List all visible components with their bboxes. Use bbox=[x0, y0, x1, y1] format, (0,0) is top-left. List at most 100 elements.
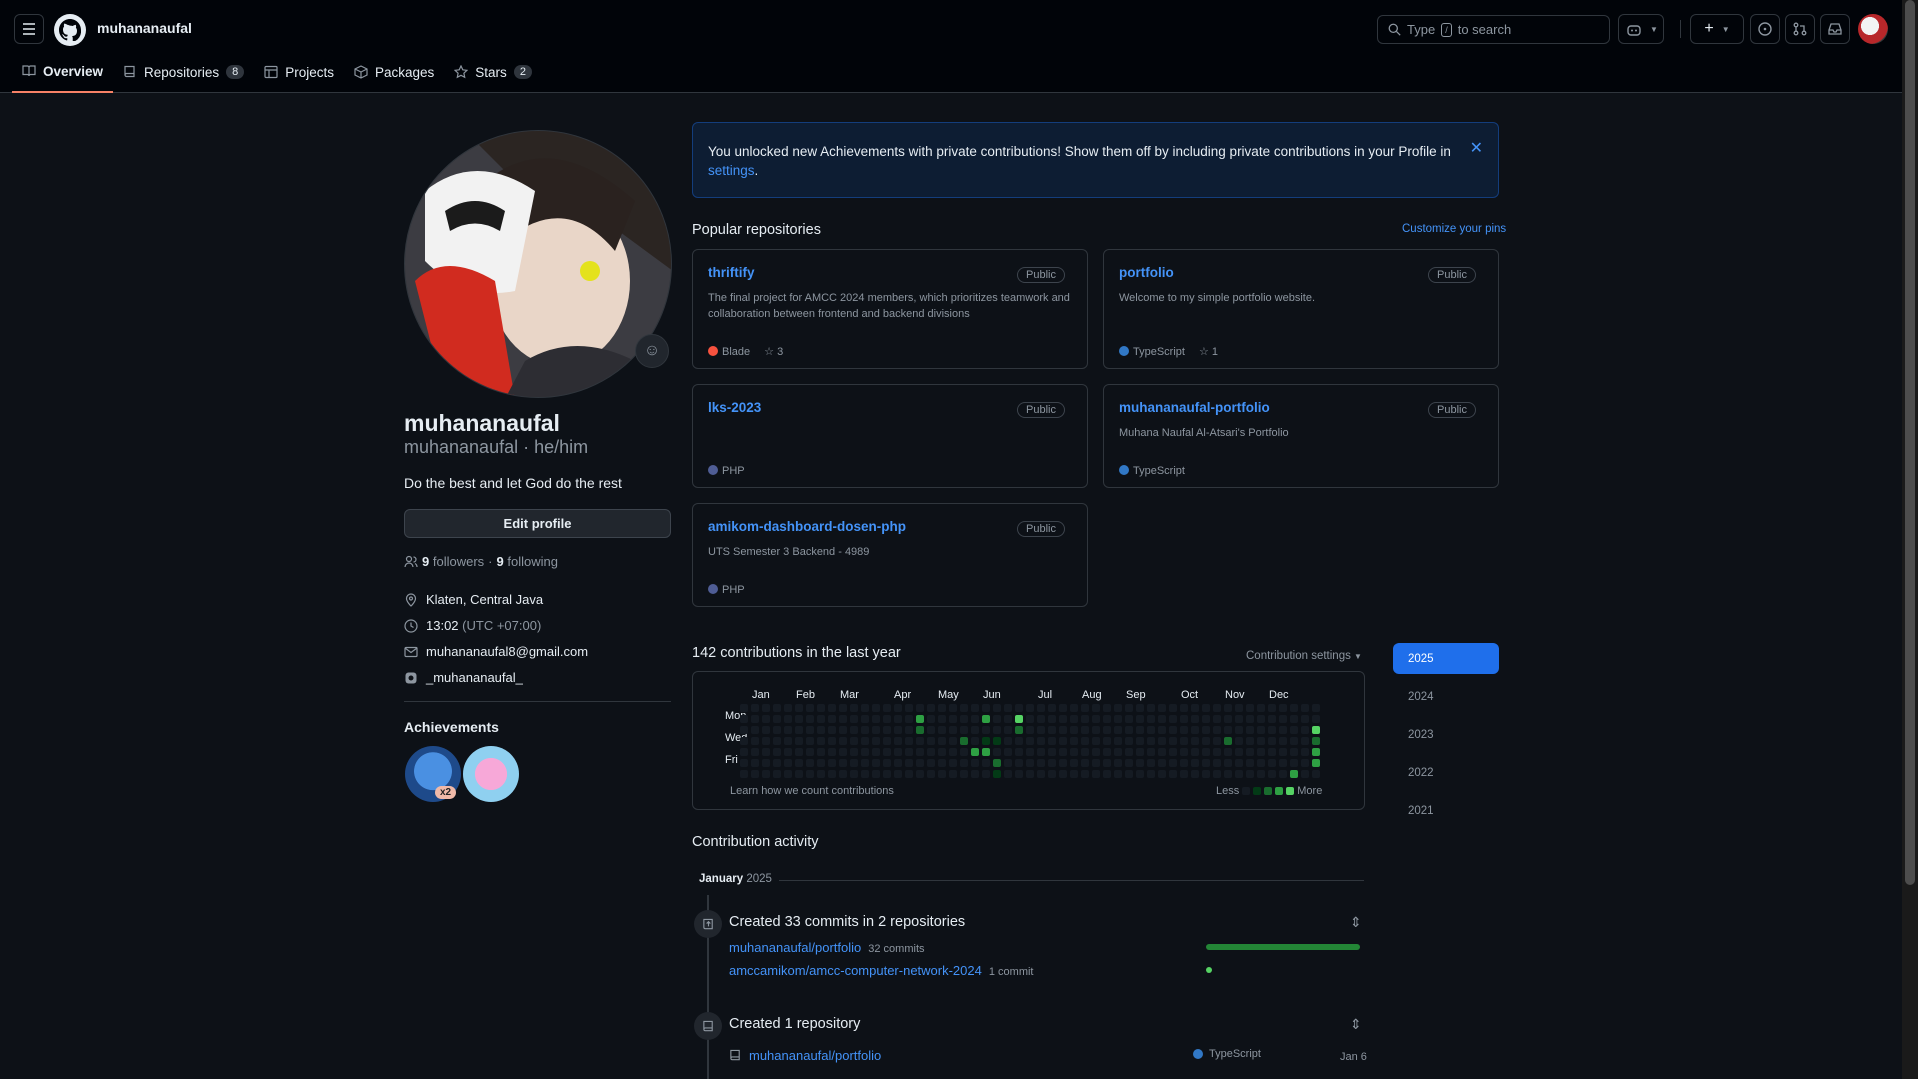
achievement-badge-yolo[interactable] bbox=[463, 746, 519, 802]
contribution-day-cell[interactable] bbox=[1224, 748, 1232, 756]
contribution-day-cell[interactable] bbox=[905, 748, 913, 756]
contribution-day-cell[interactable] bbox=[883, 737, 891, 745]
contribution-day-cell[interactable] bbox=[1015, 770, 1023, 778]
customize-pins-link[interactable]: Customize your pins bbox=[1402, 223, 1506, 235]
contribution-day-cell[interactable] bbox=[817, 726, 825, 734]
contribution-day-cell[interactable] bbox=[872, 726, 880, 734]
contribution-day-cell[interactable] bbox=[762, 704, 770, 712]
contribution-day-cell[interactable] bbox=[1070, 759, 1078, 767]
contribution-day-cell[interactable] bbox=[1224, 759, 1232, 767]
contribution-day-cell[interactable] bbox=[828, 704, 836, 712]
contribution-day-cell[interactable] bbox=[1169, 770, 1177, 778]
contribution-day-cell[interactable] bbox=[949, 737, 957, 745]
contribution-day-cell[interactable] bbox=[1125, 748, 1133, 756]
contribution-day-cell[interactable] bbox=[1037, 770, 1045, 778]
contribution-day-cell[interactable] bbox=[751, 704, 759, 712]
contribution-day-cell[interactable] bbox=[993, 704, 1001, 712]
contribution-day-cell[interactable] bbox=[1213, 715, 1221, 723]
contribution-day-cell[interactable] bbox=[784, 737, 792, 745]
contribution-day-cell[interactable] bbox=[1312, 759, 1320, 767]
pull-requests-button[interactable] bbox=[1785, 14, 1815, 44]
contribution-day-cell[interactable] bbox=[916, 748, 924, 756]
contribution-day-cell[interactable] bbox=[795, 737, 803, 745]
contribution-day-cell[interactable] bbox=[1158, 759, 1166, 767]
contribution-day-cell[interactable] bbox=[795, 759, 803, 767]
contribution-day-cell[interactable] bbox=[1048, 748, 1056, 756]
contribution-day-cell[interactable] bbox=[1136, 770, 1144, 778]
created-repo-link[interactable]: muhananaufal/portfolio bbox=[749, 1048, 881, 1063]
contribution-day-cell[interactable] bbox=[1191, 726, 1199, 734]
repo-name-link[interactable]: muhananaufal-portfolio bbox=[1119, 400, 1270, 415]
contribution-day-cell[interactable] bbox=[850, 737, 858, 745]
contribution-day-cell[interactable] bbox=[1224, 704, 1232, 712]
contribution-day-cell[interactable] bbox=[751, 715, 759, 723]
contribution-day-cell[interactable] bbox=[1004, 715, 1012, 723]
contribution-day-cell[interactable] bbox=[1257, 748, 1265, 756]
contribution-day-cell[interactable] bbox=[982, 759, 990, 767]
contribution-day-cell[interactable] bbox=[806, 715, 814, 723]
contribution-day-cell[interactable] bbox=[1235, 748, 1243, 756]
contribution-day-cell[interactable] bbox=[1004, 759, 1012, 767]
contribution-day-cell[interactable] bbox=[1312, 704, 1320, 712]
contribution-day-cell[interactable] bbox=[993, 726, 1001, 734]
contribution-day-cell[interactable] bbox=[1235, 704, 1243, 712]
contribution-day-cell[interactable] bbox=[762, 726, 770, 734]
contribution-day-cell[interactable] bbox=[1158, 770, 1166, 778]
contribution-day-cell[interactable] bbox=[1169, 748, 1177, 756]
contribution-day-cell[interactable] bbox=[1279, 748, 1287, 756]
contribution-day-cell[interactable] bbox=[1037, 748, 1045, 756]
contribution-day-cell[interactable] bbox=[1103, 726, 1111, 734]
contribution-day-cell[interactable] bbox=[1279, 759, 1287, 767]
contribution-day-cell[interactable] bbox=[1301, 737, 1309, 745]
contribution-day-cell[interactable] bbox=[1114, 726, 1122, 734]
contribution-day-cell[interactable] bbox=[971, 704, 979, 712]
contribution-day-cell[interactable] bbox=[817, 759, 825, 767]
contribution-day-cell[interactable] bbox=[1103, 748, 1111, 756]
contribution-day-cell[interactable] bbox=[949, 759, 957, 767]
contribution-day-cell[interactable] bbox=[1279, 715, 1287, 723]
contribution-day-cell[interactable] bbox=[1125, 704, 1133, 712]
contribution-day-cell[interactable] bbox=[982, 726, 990, 734]
contribution-day-cell[interactable] bbox=[839, 715, 847, 723]
contribution-day-cell[interactable] bbox=[1136, 704, 1144, 712]
contribution-day-cell[interactable] bbox=[762, 715, 770, 723]
contribution-day-cell[interactable] bbox=[861, 715, 869, 723]
contribution-day-cell[interactable] bbox=[1246, 748, 1254, 756]
contribution-day-cell[interactable] bbox=[850, 748, 858, 756]
contribution-day-cell[interactable] bbox=[1103, 759, 1111, 767]
contribution-day-cell[interactable] bbox=[773, 770, 781, 778]
contribution-day-cell[interactable] bbox=[1235, 715, 1243, 723]
contribution-day-cell[interactable] bbox=[1059, 770, 1067, 778]
contribution-day-cell[interactable] bbox=[1136, 748, 1144, 756]
profile-avatar[interactable] bbox=[404, 130, 672, 398]
contribution-day-cell[interactable] bbox=[1059, 715, 1067, 723]
contribution-day-cell[interactable] bbox=[1180, 726, 1188, 734]
contribution-day-cell[interactable] bbox=[1301, 715, 1309, 723]
contribution-day-cell[interactable] bbox=[1235, 770, 1243, 778]
contribution-day-cell[interactable] bbox=[1246, 726, 1254, 734]
contribution-day-cell[interactable] bbox=[905, 759, 913, 767]
contribution-day-cell[interactable] bbox=[905, 770, 913, 778]
contribution-day-cell[interactable] bbox=[1136, 737, 1144, 745]
contribution-day-cell[interactable] bbox=[894, 726, 902, 734]
contribution-day-cell[interactable] bbox=[1268, 748, 1276, 756]
contribution-day-cell[interactable] bbox=[1092, 759, 1100, 767]
followers-link[interactable]: 9 followers bbox=[422, 554, 484, 569]
contribution-day-cell[interactable] bbox=[1026, 759, 1034, 767]
contribution-day-cell[interactable] bbox=[1180, 715, 1188, 723]
contribution-day-cell[interactable] bbox=[872, 715, 880, 723]
contribution-day-cell[interactable] bbox=[1048, 704, 1056, 712]
contribution-day-cell[interactable] bbox=[806, 704, 814, 712]
contribution-day-cell[interactable] bbox=[1158, 748, 1166, 756]
contribution-day-cell[interactable] bbox=[1103, 704, 1111, 712]
contribution-day-cell[interactable] bbox=[806, 726, 814, 734]
contribution-day-cell[interactable] bbox=[1180, 770, 1188, 778]
contribution-day-cell[interactable] bbox=[883, 748, 891, 756]
contribution-day-cell[interactable] bbox=[751, 759, 759, 767]
contribution-day-cell[interactable] bbox=[1169, 726, 1177, 734]
contribution-day-cell[interactable] bbox=[916, 715, 924, 723]
contribution-day-cell[interactable] bbox=[1147, 748, 1155, 756]
following-link[interactable]: 9 following bbox=[497, 554, 558, 569]
contribution-day-cell[interactable] bbox=[1191, 759, 1199, 767]
contribution-day-cell[interactable] bbox=[828, 715, 836, 723]
